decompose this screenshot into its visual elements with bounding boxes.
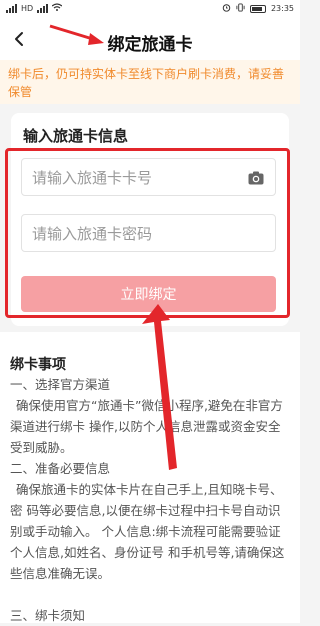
binding-notes-section: 绑卡事项 一、选择官方渠道 确保使用官方“旅通卡”微信小程序,避免在非官方渠道进… bbox=[0, 332, 300, 623]
status-left: HD bbox=[6, 3, 63, 13]
notice-banner: 绑卡后，仍可持实体卡至线下商户刷卡消费，请妥善保管 bbox=[0, 60, 300, 104]
form-title: 输入旅通卡信息 bbox=[23, 127, 129, 145]
bind-now-button[interactable]: 立即绑定 bbox=[21, 276, 276, 312]
alarm-icon bbox=[222, 3, 231, 14]
card-number-field[interactable] bbox=[21, 158, 276, 197]
status-bar: HD 23:35 bbox=[0, 0, 300, 18]
card-password-field[interactable] bbox=[21, 214, 276, 253]
battery-icon bbox=[249, 4, 266, 13]
vibrate-icon bbox=[236, 3, 245, 14]
signal-icon-2 bbox=[37, 3, 49, 13]
notes-title: 绑卡事项 bbox=[10, 357, 66, 373]
card-number-input[interactable] bbox=[30, 159, 244, 197]
card-password-input[interactable] bbox=[30, 215, 244, 253]
wifi-icon bbox=[51, 3, 63, 13]
notes-item2-heading: 二、准备必要信息 bbox=[10, 461, 111, 476]
signal-icon bbox=[6, 3, 17, 13]
notes-item1-body: 确保使用官方“旅通卡”微信小程序,避免在非官方渠道进行绑卡 操作,以防个人信息泄… bbox=[10, 398, 283, 455]
notes-item1-heading: 一、选择官方渠道 bbox=[10, 377, 111, 392]
status-right: 23:35 bbox=[222, 3, 294, 14]
network-type-label: HD bbox=[21, 3, 34, 13]
camera-icon[interactable] bbox=[247, 169, 265, 187]
page-title: 绑定旅通卡 bbox=[107, 35, 193, 55]
navigation-bar: 绑定旅通卡 bbox=[0, 18, 300, 60]
clock-time: 23:35 bbox=[270, 4, 294, 13]
notes-item2-body: 确保旅通卡的实体卡片在自己手上,且知晓卡号、密 码等必要信息,以便在绑卡过程中扫… bbox=[10, 482, 285, 581]
